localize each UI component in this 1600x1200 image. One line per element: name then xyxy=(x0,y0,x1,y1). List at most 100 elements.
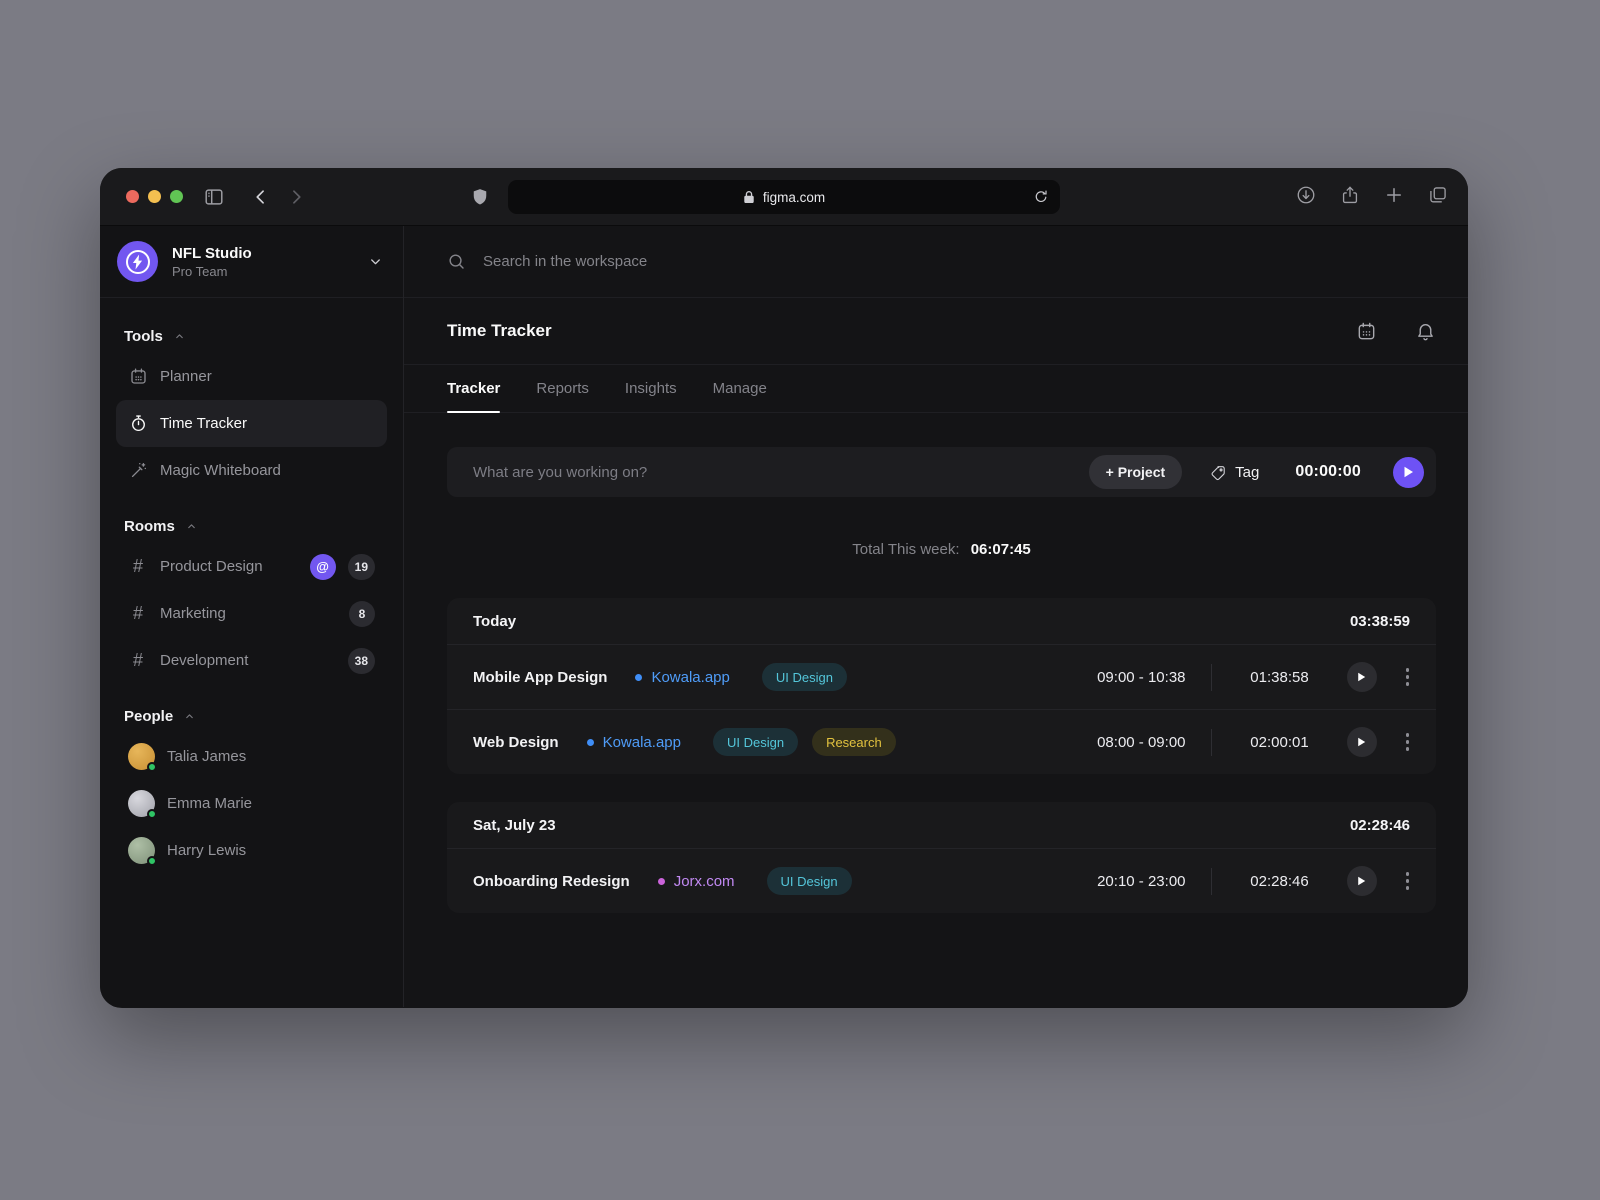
entry-name: Mobile App Design xyxy=(473,669,607,686)
sidebar-person-harry-lewis[interactable]: Harry Lewis xyxy=(116,827,387,874)
new-entry-bar: + Project Tag 00:00:00 xyxy=(447,447,1436,497)
traffic-lights xyxy=(126,190,183,203)
divider xyxy=(1211,664,1212,691)
workspace-logo xyxy=(117,241,158,282)
minimize-window-button[interactable] xyxy=(148,190,161,203)
group-title: Sat, July 23 xyxy=(473,817,556,834)
entry-duration: 02:00:01 xyxy=(1237,734,1323,751)
section-header-rooms[interactable]: Rooms xyxy=(116,518,387,535)
tab-insights[interactable]: Insights xyxy=(625,365,677,412)
entry-duration: 02:28:46 xyxy=(1237,873,1323,890)
entry-name: Onboarding Redesign xyxy=(473,873,630,890)
resume-entry-button[interactable] xyxy=(1347,662,1377,692)
entry-menu-button[interactable] xyxy=(1403,729,1413,755)
entry-client[interactable]: Kowala.app xyxy=(635,669,729,686)
share-icon[interactable] xyxy=(1340,185,1360,205)
group-title: Today xyxy=(473,613,516,630)
client-color-dot xyxy=(587,739,594,746)
entry-group-today: Today 03:38:59 Mobile App Design Kowala.… xyxy=(447,598,1436,774)
person-name: Talia James xyxy=(167,748,246,765)
unread-count-badge: 38 xyxy=(348,648,375,674)
back-button[interactable] xyxy=(251,187,271,207)
tag-chip[interactable]: UI Design xyxy=(713,728,798,756)
hash-icon: # xyxy=(128,556,148,577)
entry-client[interactable]: Jorx.com xyxy=(658,873,735,890)
divider xyxy=(1211,729,1212,756)
play-icon xyxy=(1403,466,1414,478)
chevron-up-icon xyxy=(186,521,197,532)
entry-client[interactable]: Kowala.app xyxy=(587,734,681,751)
section-header-tools[interactable]: Tools xyxy=(116,328,387,345)
time-entry-row[interactable]: Onboarding Redesign Jorx.com UI Design 2… xyxy=(447,848,1436,913)
group-total: 02:28:46 xyxy=(1350,817,1410,834)
reload-icon[interactable] xyxy=(1033,189,1049,205)
sidebar-item-label: Product Design xyxy=(160,558,263,575)
hash-icon: # xyxy=(128,603,148,624)
add-tag-button[interactable]: Tag xyxy=(1210,464,1259,481)
entry-group-sat-july-23: Sat, July 23 02:28:46 Onboarding Redesig… xyxy=(447,802,1436,913)
tag-chip[interactable]: UI Design xyxy=(762,663,847,691)
resume-entry-button[interactable] xyxy=(1347,727,1377,757)
client-name: Jorx.com xyxy=(674,873,735,890)
time-entry-row[interactable]: Mobile App Design Kowala.app UI Design 0… xyxy=(447,644,1436,709)
play-icon xyxy=(1357,672,1366,682)
stopwatch-icon xyxy=(128,414,148,433)
hash-icon: # xyxy=(128,650,148,671)
sidebar-item-planner[interactable]: Planner xyxy=(116,353,387,400)
downloads-icon[interactable] xyxy=(1296,185,1316,205)
sidebar-item-magic-whiteboard[interactable]: Magic Whiteboard xyxy=(116,447,387,494)
add-project-button[interactable]: + Project xyxy=(1089,455,1183,489)
start-timer-button[interactable] xyxy=(1393,457,1424,488)
privacy-shield-icon[interactable] xyxy=(470,186,490,208)
sidebar-item-time-tracker[interactable]: Time Tracker xyxy=(116,400,387,447)
magic-wand-icon xyxy=(128,461,148,480)
close-window-button[interactable] xyxy=(126,190,139,203)
sidebar-toggle-icon[interactable] xyxy=(203,186,225,208)
entry-menu-button[interactable] xyxy=(1403,868,1413,894)
tab-bar: Tracker Reports Insights Manage xyxy=(404,365,1468,413)
avatar xyxy=(128,743,155,770)
sidebar-item-product-design[interactable]: # Product Design @ 19 xyxy=(116,543,387,590)
task-description-input[interactable] xyxy=(473,464,1067,481)
entry-time-range: 08:00 - 09:00 xyxy=(1054,734,1186,751)
avatar xyxy=(128,790,155,817)
sidebar-item-marketing[interactable]: # Marketing 8 xyxy=(116,590,387,637)
resume-entry-button[interactable] xyxy=(1347,866,1377,896)
address-bar[interactable]: figma.com xyxy=(508,180,1060,214)
divider xyxy=(1211,868,1212,895)
chrome-actions xyxy=(1296,185,1448,205)
client-color-dot xyxy=(658,878,665,885)
forward-button[interactable] xyxy=(286,187,306,207)
group-header: Sat, July 23 02:28:46 xyxy=(447,802,1436,848)
calendar-icon[interactable] xyxy=(1356,321,1377,342)
bell-icon[interactable] xyxy=(1415,321,1436,342)
time-entry-row[interactable]: Web Design Kowala.app UI Design Research… xyxy=(447,709,1436,774)
new-tab-icon[interactable] xyxy=(1384,185,1404,205)
tab-tracker[interactable]: Tracker xyxy=(447,365,500,412)
sidebar-item-label: Time Tracker xyxy=(160,415,247,432)
tab-manage[interactable]: Manage xyxy=(713,365,767,412)
sidebar-item-label: Magic Whiteboard xyxy=(160,462,281,479)
browser-window: figma.com xyxy=(100,168,1468,1008)
person-name: Emma Marie xyxy=(167,795,252,812)
tab-reports[interactable]: Reports xyxy=(536,365,589,412)
entry-name: Web Design xyxy=(473,734,559,751)
entry-menu-button[interactable] xyxy=(1403,664,1413,690)
sidebar-item-development[interactable]: # Development 38 xyxy=(116,637,387,684)
online-status-dot xyxy=(147,809,157,819)
sidebar-person-emma-marie[interactable]: Emma Marie xyxy=(116,780,387,827)
section-header-people[interactable]: People xyxy=(116,708,387,725)
tag-chip[interactable]: UI Design xyxy=(767,867,852,895)
tag-chip[interactable]: Research xyxy=(812,728,896,756)
search-input[interactable] xyxy=(483,253,1436,270)
sidebar-person-talia-james[interactable]: Talia James xyxy=(116,733,387,780)
group-total: 03:38:59 xyxy=(1350,613,1410,630)
timer-display: 00:00:00 xyxy=(1295,463,1361,481)
workspace-switcher[interactable]: NFL Studio Pro Team xyxy=(100,226,403,298)
weekly-total-label: Total This week: xyxy=(852,541,959,558)
workspace-search[interactable] xyxy=(404,226,1468,298)
zoom-window-button[interactable] xyxy=(170,190,183,203)
tab-overview-icon[interactable] xyxy=(1428,185,1448,205)
entry-time-range: 09:00 - 10:38 xyxy=(1054,669,1186,686)
page-title: Time Tracker xyxy=(447,321,552,341)
